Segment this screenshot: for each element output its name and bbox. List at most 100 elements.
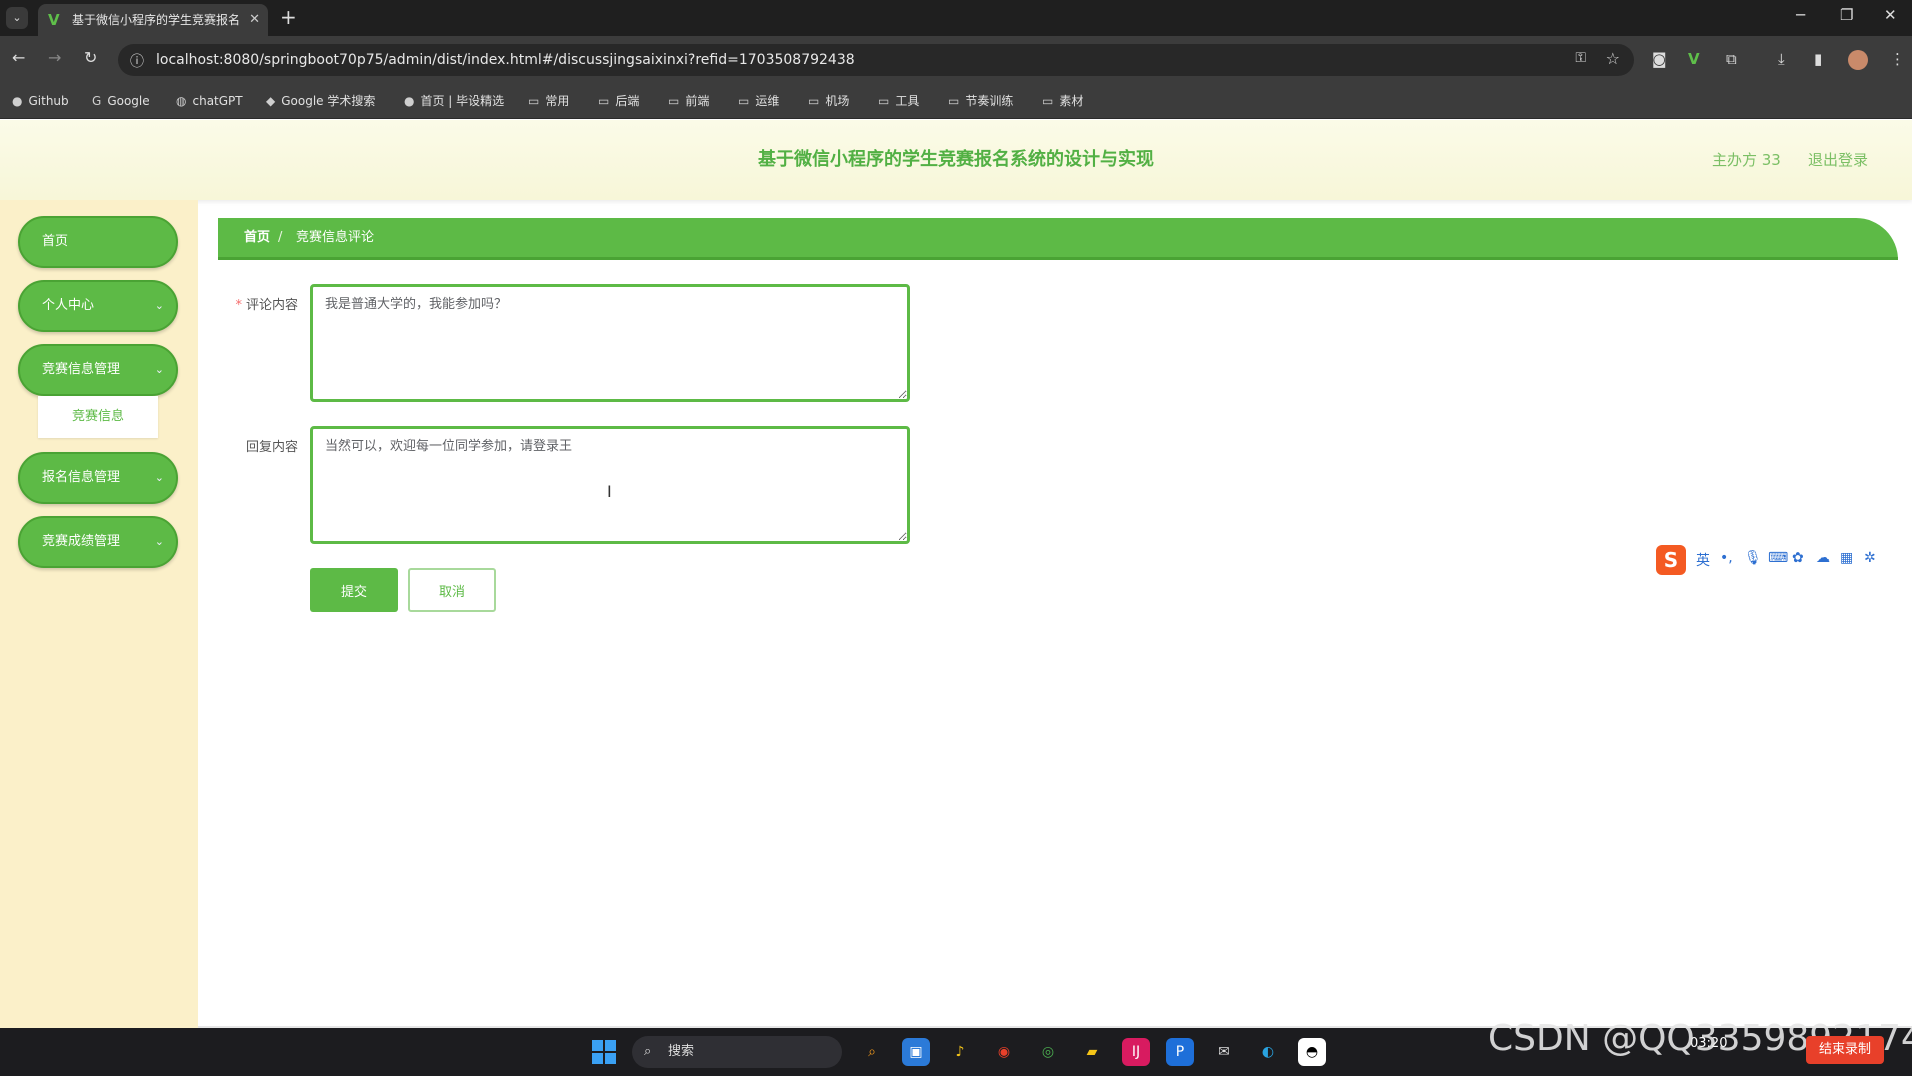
text-cursor-icon: I (607, 482, 612, 501)
bookmark-github[interactable]: ● Github (12, 84, 69, 118)
back-icon[interactable]: ← (12, 48, 25, 67)
app-root: 基于微信小程序的学生竞赛报名系统的设计与实现 主办方 33 退出登录 首页 个人… (0, 120, 1912, 1028)
edge-icon[interactable]: ◐ (1254, 1038, 1282, 1066)
chevron-down-icon: ⌄ (154, 299, 164, 312)
app-header: 基于微信小程序的学生竞赛报名系统的设计与实现 主办方 33 退出登录 (0, 120, 1912, 200)
punctuation-icon[interactable]: •, (1720, 550, 1733, 566)
sidebar-item-label: 报名信息管理 (42, 470, 121, 485)
chrome-icon[interactable]: ◎ (1034, 1038, 1062, 1066)
folder-icon: ▭ (738, 94, 750, 108)
reload-icon[interactable]: ↻ (84, 48, 97, 67)
bookmark-google[interactable]: G Google (92, 84, 150, 118)
tab-title: 基于微信小程序的学生竞赛报名 (72, 13, 241, 27)
chevron-down-icon: ⌄ (154, 535, 164, 548)
bookmark-google-scholar[interactable]: ◆ Google 学术搜索 (266, 84, 375, 118)
skin-icon[interactable]: ✿ (1792, 550, 1804, 566)
bookmark-star-icon[interactable]: ☆ (1606, 49, 1620, 68)
bookmark-folder-rhythm[interactable]: ▭ 节奏训练 (948, 84, 1013, 118)
breadcrumb: 首页 / 竞赛信息评论 (218, 218, 1898, 260)
comment-textarea[interactable]: 我是普通大学的，我能参加吗？ (310, 284, 910, 402)
tab-list-button[interactable]: ⌄ (6, 7, 28, 29)
cloud-icon[interactable]: ☁ (1816, 550, 1830, 566)
windows-start-icon[interactable] (592, 1040, 616, 1064)
site-info-icon[interactable]: ⓘ (130, 51, 144, 71)
sidebar-item-label: 竞赛成绩管理 (42, 534, 121, 549)
grid-icon[interactable]: ▦ (1840, 550, 1853, 566)
bulb-icon: ● (404, 94, 415, 108)
side-panel-icon[interactable]: ▮ (1814, 50, 1822, 68)
app-p-icon[interactable]: P (1166, 1038, 1194, 1066)
chatgpt-icon: ◍ (176, 94, 187, 108)
intellij-icon[interactable]: IJ (1122, 1038, 1150, 1066)
bookmark-folder-ops[interactable]: ▭ 运维 (738, 84, 779, 118)
sogou-logo-icon[interactable]: S (1656, 545, 1686, 575)
remote-desktop-icon[interactable]: ▣ (902, 1038, 930, 1066)
folder-icon: ▭ (808, 94, 820, 108)
taskbar-search[interactable]: ⌕ 搜索 (632, 1036, 842, 1068)
profile-avatar[interactable] (1848, 50, 1868, 70)
password-key-icon[interactable]: ⚿ (1575, 50, 1586, 66)
current-user: 主办方 33 (1712, 151, 1781, 169)
search-app-icon[interactable]: ⌕ (858, 1038, 886, 1066)
browser-toolbar: ← → ↻ ⓘ localhost:8080/springboot70p75/a… (0, 36, 1912, 84)
breadcrumb-separator: / (278, 230, 283, 245)
minimize-icon[interactable]: ─ (1796, 6, 1805, 24)
submit-button[interactable]: 提交 (310, 568, 398, 612)
folder-icon: ▭ (668, 94, 680, 108)
bookmark-folder-airport[interactable]: ▭ 机场 (808, 84, 849, 118)
reply-label: 回复内容 (245, 440, 298, 455)
qq-icon[interactable]: ◓ (1298, 1038, 1326, 1066)
sidebar-item-competition-info-management[interactable]: 竞赛信息管理 ⌄ (18, 344, 178, 396)
menu-kebab-icon[interactable]: ⋮ (1890, 50, 1905, 68)
microphone-icon[interactable]: 🎙 (1744, 550, 1762, 566)
google-icon: G (92, 94, 102, 108)
logout-link[interactable]: 退出登录 (1808, 120, 1868, 200)
address-bar[interactable]: ⓘ localhost:8080/springboot70p75/admin/d… (118, 44, 1634, 76)
chevron-down-icon: ⌄ (154, 363, 164, 376)
sidebar-item-home[interactable]: 首页 (18, 216, 178, 268)
bookmarks-bar: ● Github G Google ◍ chatGPT ◆ Google 学术搜索 ● 首… (0, 84, 1912, 119)
close-window-icon[interactable]: ✕ (1884, 6, 1897, 24)
folder-icon: ▭ (1042, 94, 1054, 108)
restore-icon[interactable]: ❐ (1840, 6, 1853, 24)
bookmark-folder-frontend[interactable]: ▭ 前端 (668, 84, 709, 118)
bookmark-chatgpt[interactable]: ◍ chatGPT (176, 84, 243, 118)
new-tab-button[interactable]: + (280, 5, 297, 29)
extensions-icon[interactable]: ⧉ (1726, 50, 1737, 68)
sidebar-item-registration-management[interactable]: 报名信息管理 ⌄ (18, 452, 178, 504)
incognito-extension-icon[interactable]: ◙ (1652, 50, 1667, 68)
scholar-icon: ◆ (266, 94, 276, 108)
folder-icon: ▭ (948, 94, 960, 108)
sidebar-subitem-competition-info[interactable]: 竞赛信息 (38, 396, 158, 438)
tab-close-icon[interactable]: ✕ (249, 4, 260, 36)
sidebar-item-label: 个人中心 (42, 298, 95, 313)
app-swirl-icon[interactable]: ◉ (990, 1038, 1018, 1066)
folder-icon: ▭ (528, 94, 540, 108)
chevron-down-icon: ⌄ (154, 471, 164, 484)
keyboard-icon[interactable]: ⌨ (1768, 550, 1788, 566)
bookmark-folder-tools[interactable]: ▭ 工具 (878, 84, 919, 118)
vue-favicon-icon: V (48, 11, 60, 29)
browser-tab-active[interactable]: V 基于微信小程序的学生竞赛报名 ✕ (38, 4, 268, 36)
breadcrumb-home[interactable]: 首页 (244, 218, 270, 258)
stop-recording-button[interactable]: 结束录制 (1806, 1036, 1884, 1064)
bookmark-biye[interactable]: ● 首页 | 毕设精选 (404, 84, 504, 118)
forward-icon[interactable]: → (48, 48, 61, 67)
download-icon[interactable]: ⤓ (1778, 50, 1785, 68)
bookmark-folder-assets[interactable]: ▭ 素材 (1042, 84, 1083, 118)
sidebar-item-personal-center[interactable]: 个人中心 ⌄ (18, 280, 178, 332)
bookmark-folder-backend[interactable]: ▭ 后端 (598, 84, 639, 118)
sidebar-item-label: 首页 (42, 234, 69, 249)
qq-music-icon[interactable]: ♪ (946, 1038, 974, 1066)
url-text[interactable]: localhost:8080/springboot70p75/admin/dis… (156, 44, 855, 76)
wechat-icon[interactable]: ✉ (1210, 1038, 1238, 1066)
file-explorer-icon[interactable]: ▰ (1078, 1038, 1106, 1066)
ime-language-toggle[interactable]: 英 (1696, 550, 1710, 570)
vue-devtools-icon[interactable]: V (1688, 50, 1700, 68)
breadcrumb-current: 竞赛信息评论 (296, 230, 375, 245)
folder-icon: ▭ (878, 94, 890, 108)
cancel-button[interactable]: 取消 (408, 568, 496, 612)
bookmark-folder-common[interactable]: ▭ 常用 (528, 84, 569, 118)
sidebar-item-score-management[interactable]: 竞赛成绩管理 ⌄ (18, 516, 178, 568)
settings-icon[interactable]: ✲ (1864, 550, 1876, 566)
